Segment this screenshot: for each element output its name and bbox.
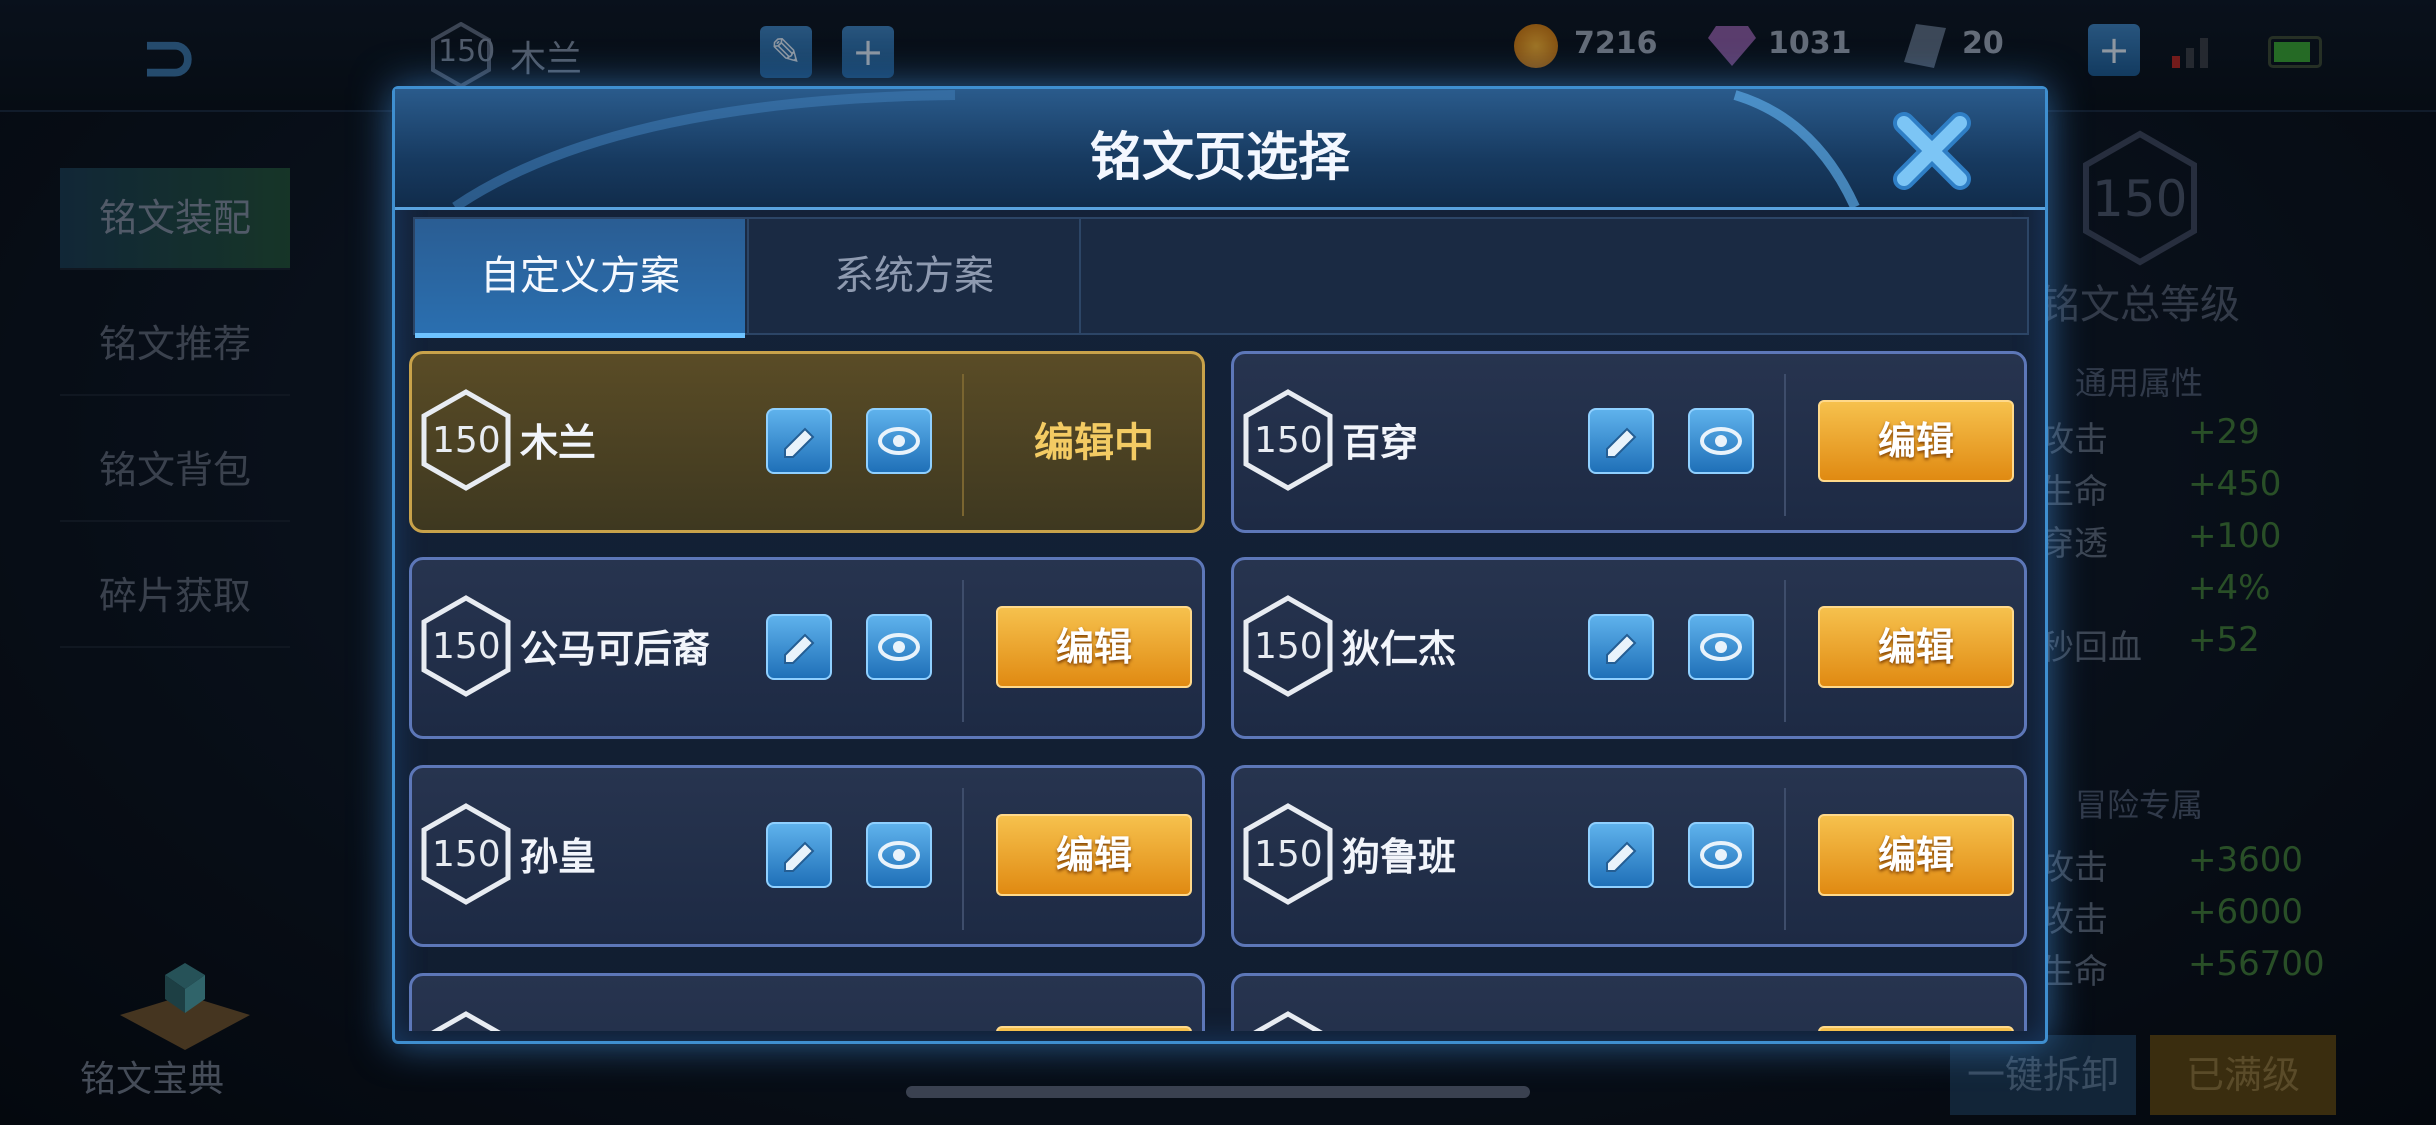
rename-button[interactable] [1588, 614, 1654, 680]
level-hex-icon [431, 1011, 501, 1031]
eye-icon [878, 427, 920, 455]
pencil-icon [1606, 841, 1637, 872]
card-divider [1784, 788, 1786, 930]
page-name: 狄仁杰 [1342, 627, 1457, 671]
inscription-page-select-dialog: 铭文页选择 自定义方案 系统方案 150 木兰 编辑中 150 百穿 编辑 15… [392, 86, 2048, 1044]
inscription-page-card[interactable]: 150 公马可后裔 编辑 [409, 557, 1205, 739]
level-hex-icon [1253, 1011, 1323, 1031]
pencil-icon [1606, 427, 1637, 458]
inscription-page-card[interactable]: 150 狄仁杰 编辑 [1231, 557, 2027, 739]
tab-custom-scheme[interactable]: 自定义方案 [415, 219, 745, 338]
page-level: 150 [432, 626, 501, 667]
inscription-page-card[interactable]: 150 百穿 编辑 [1231, 351, 2027, 533]
page-level: 150 [1254, 834, 1323, 875]
page-level: 150 [1254, 420, 1323, 461]
preview-button[interactable] [866, 408, 932, 474]
preview-button[interactable] [866, 614, 932, 680]
edit-button[interactable]: 编辑 [1818, 606, 2014, 688]
inscription-page-grid: 150 木兰 编辑中 150 百穿 编辑 150 公马可后裔 编辑 150 狄仁… [409, 351, 2029, 1031]
card-divider [962, 788, 964, 930]
page-level: 150 [432, 834, 501, 875]
rename-button[interactable] [1588, 822, 1654, 888]
rename-button[interactable] [766, 614, 832, 680]
inscription-page-card[interactable]: 150 孙皇 编辑 [409, 765, 1205, 947]
page-name: 木兰 [520, 421, 597, 465]
page-name: 孙皇 [520, 835, 597, 879]
edit-button[interactable]: 编辑 [1818, 400, 2014, 482]
eye-icon [1700, 427, 1742, 455]
preview-button[interactable] [866, 822, 932, 888]
eye-icon [878, 633, 920, 661]
page-name: 百穿 [1342, 421, 1419, 465]
edit-button[interactable]: 编辑 [996, 814, 1192, 896]
inscription-page-card-partial[interactable] [1231, 973, 2027, 1031]
close-icon[interactable] [1890, 109, 1974, 193]
inscription-page-card[interactable]: 150 狗鲁班 编辑 [1231, 765, 2027, 947]
rename-button[interactable] [1588, 408, 1654, 474]
edit-button[interactable]: 编辑 [996, 606, 1192, 688]
page-name: 公马可后裔 [520, 627, 711, 671]
eye-icon [878, 841, 920, 869]
card-divider [1784, 374, 1786, 516]
edit-button-partial[interactable] [996, 1026, 1192, 1031]
edit-button[interactable]: 编辑 [1818, 814, 2014, 896]
home-indicator[interactable] [906, 1086, 1530, 1098]
dialog-title: 铭文页选择 [1089, 128, 1350, 188]
card-divider [1784, 580, 1786, 722]
pencil-icon [784, 633, 815, 664]
eye-icon [1700, 841, 1742, 869]
scheme-tabs: 自定义方案 系统方案 [413, 217, 2029, 338]
tab-system-scheme[interactable]: 系统方案 [747, 219, 1081, 333]
edit-button-partial[interactable] [1818, 1026, 2014, 1031]
rename-button[interactable] [766, 408, 832, 474]
pencil-icon [784, 841, 815, 872]
dialog-header: 铭文页选择 [395, 89, 2045, 210]
page-level: 150 [432, 420, 501, 461]
page-name: 狗鲁班 [1342, 835, 1457, 879]
preview-button[interactable] [1688, 822, 1754, 888]
inscription-page-card[interactable]: 150 木兰 编辑中 [409, 351, 1205, 533]
rename-button[interactable] [766, 822, 832, 888]
card-divider [962, 374, 964, 516]
preview-button[interactable] [1688, 614, 1754, 680]
preview-button[interactable] [1688, 408, 1754, 474]
pencil-icon [784, 427, 815, 458]
eye-icon [1700, 633, 1742, 661]
card-divider [962, 580, 964, 722]
pencil-icon [1606, 633, 1637, 664]
editing-status: 编辑中 [1034, 420, 1154, 466]
page-level: 150 [1254, 626, 1323, 667]
inscription-page-card-partial[interactable] [409, 973, 1205, 1031]
